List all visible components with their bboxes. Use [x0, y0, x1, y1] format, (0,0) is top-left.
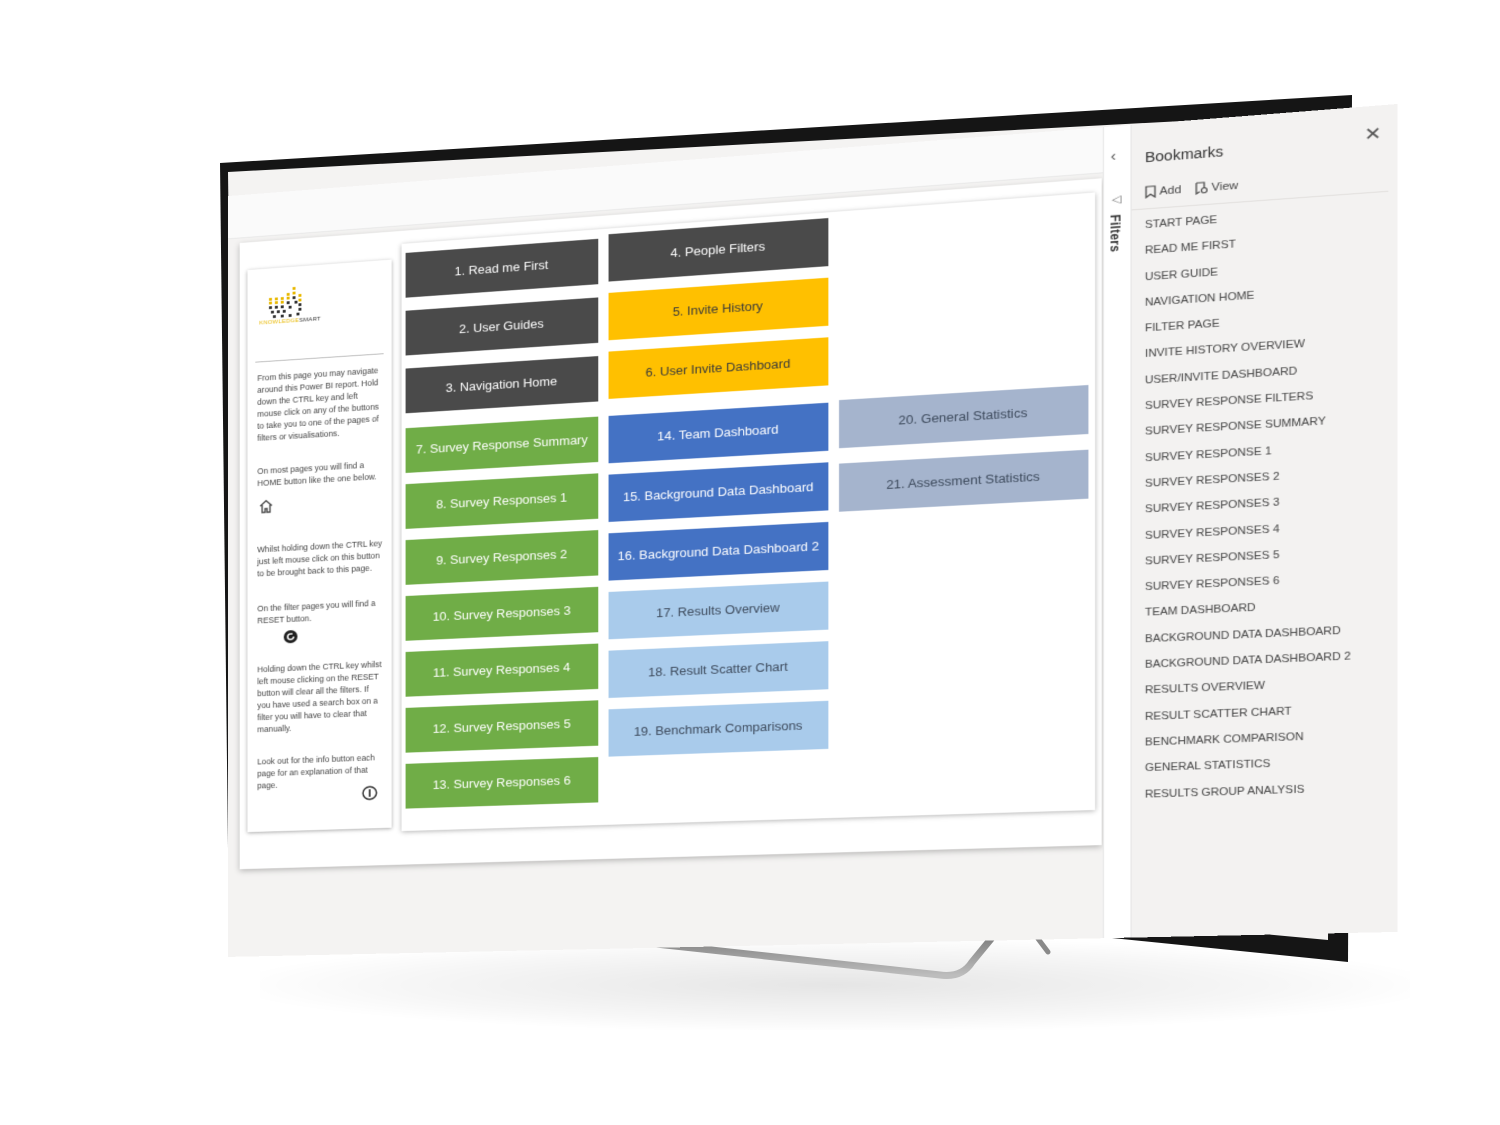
bookmark-item[interactable]: RESULTS GROUP ANALYSIS: [1145, 779, 1351, 811]
info-card: KNOWLEDGESMART From this page you may na…: [247, 259, 392, 833]
nav-button[interactable]: 6. User Invite Dashboard: [608, 337, 829, 399]
nav-button[interactable]: 8. Survey Responses 1: [405, 473, 599, 529]
close-icon[interactable]: ✕: [1364, 123, 1381, 145]
view-bookmark-icon: [1195, 181, 1208, 195]
nav-button[interactable]: 19. Benchmark Comparisons: [608, 700, 829, 757]
floor-shadow: [260, 940, 1410, 1030]
nav-button[interactable]: 18. Result Scatter Chart: [608, 641, 829, 698]
reset-icon: [283, 629, 299, 649]
add-bookmark-button[interactable]: Add: [1145, 183, 1181, 198]
nav-button[interactable]: 12. Survey Responses 5: [405, 700, 599, 753]
add-label: Add: [1159, 183, 1182, 198]
nav-button[interactable]: 7. Survey Response Summary: [405, 416, 599, 473]
report-canvas: KNOWLEDGESMART From this page you may na…: [228, 127, 1103, 957]
info-icon: [362, 785, 378, 805]
card-paragraph: Whilst holding down the CTRL key just le…: [257, 538, 383, 579]
nav-button[interactable]: 20. General Statistics: [839, 385, 1089, 449]
nav-button[interactable]: 13. Survey Responses 6: [405, 757, 599, 809]
view-label: View: [1211, 179, 1239, 194]
card-divider: [255, 353, 384, 363]
nav-button[interactable]: 4. People Filters: [608, 218, 829, 282]
nav-button[interactable]: 3. Navigation Home: [405, 356, 599, 414]
bookmarks-pane: Bookmarks ✕ Add View START PAGE READ ME F…: [1131, 103, 1398, 938]
card-paragraph: From this page you may navigate around t…: [257, 365, 379, 443]
nav-button[interactable]: 2. User Guides: [405, 297, 599, 356]
filter-icon: ◁: [1111, 193, 1122, 206]
power-bi-window: KNOWLEDGESMART From this page you may na…: [228, 103, 1398, 957]
nav-button[interactable]: 21. Assessment Statistics: [839, 449, 1089, 512]
logo-text-smart: SMART: [299, 316, 321, 324]
nav-button[interactable]: 16. Background Data Dashboard 2: [608, 521, 829, 581]
view-bookmark-button[interactable]: View: [1195, 179, 1238, 195]
home-icon: [259, 499, 273, 519]
bookmarks-title: Bookmarks: [1144, 143, 1224, 166]
card-paragraph: On most pages you will find a HOME butto…: [257, 460, 377, 488]
card-paragraph: On the filter pages you will find a RESE…: [257, 598, 376, 626]
nav-button[interactable]: 1. Read me First: [405, 238, 599, 298]
bookmarks-list: START PAGE READ ME FIRST USER GUIDE NAVIGAT…: [1145, 201, 1351, 811]
nav-button[interactable]: 10. Survey Responses 3: [405, 586, 599, 641]
nav-button[interactable]: 15. Background Data Dashboard: [608, 462, 829, 522]
report-page: KNOWLEDGESMART From this page you may na…: [239, 178, 1102, 870]
bookmark-icon: [1145, 185, 1156, 199]
card-paragraph: Holding down the CTRL key whilst left mo…: [257, 659, 382, 735]
filters-label[interactable]: Filters: [1107, 214, 1123, 253]
navigation-buttons-panel: 1. Read me First 2. User Guides 3. Navigat…: [401, 192, 1096, 832]
nav-button[interactable]: 14. Team Dashboard: [608, 402, 829, 464]
nav-button[interactable]: 17. Results Overview: [608, 581, 829, 640]
nav-button[interactable]: 11. Survey Responses 4: [405, 643, 599, 697]
nav-button[interactable]: 9. Survey Responses 2: [405, 530, 599, 585]
nav-button[interactable]: 5. Invite History: [608, 277, 829, 341]
filters-pane-collapsed[interactable]: ‹ ◁ Filters: [1102, 124, 1132, 939]
chevron-left-icon[interactable]: ‹: [1111, 148, 1117, 165]
